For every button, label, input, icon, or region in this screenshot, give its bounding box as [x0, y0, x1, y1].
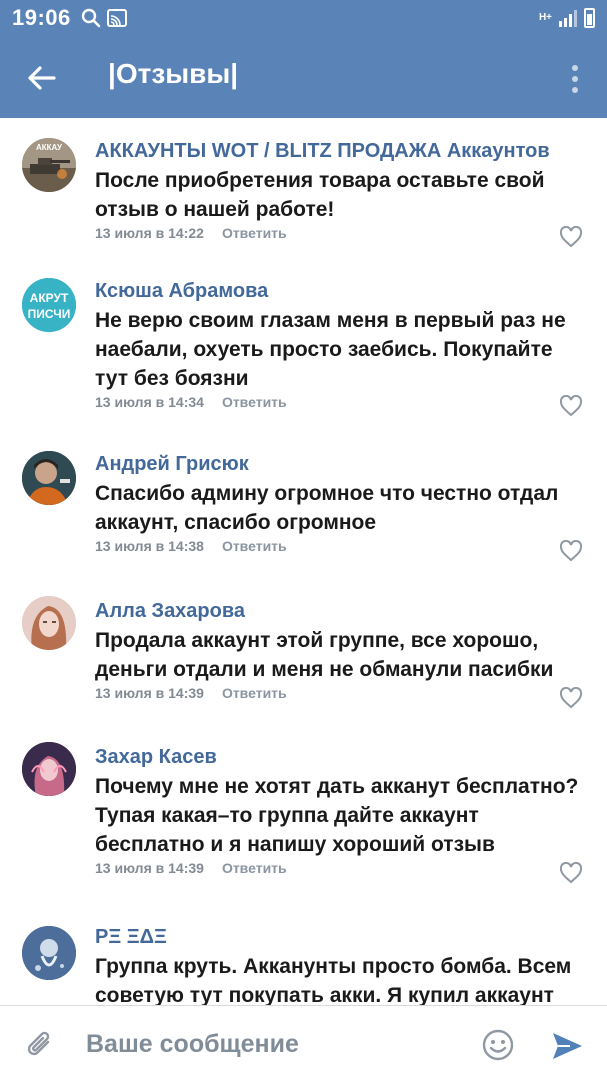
comment-author[interactable]: РΞ ΞΔΞ: [95, 926, 167, 949]
avatar-label: ПИСЧИ: [28, 307, 71, 321]
comment-author[interactable]: Андрей Грисюк: [95, 453, 249, 476]
comment-meta: 13 июля в 14:34 Ответить: [95, 394, 287, 410]
avatar[interactable]: АКРУТ ПИСЧИ: [22, 278, 76, 332]
comment-author[interactable]: Захар Касев: [95, 746, 217, 769]
smile-icon[interactable]: [481, 1028, 515, 1062]
signal-icon: [559, 10, 577, 27]
comment-meta: 13 июля в 14:39 Ответить: [95, 685, 287, 701]
avatar[interactable]: [22, 596, 76, 650]
photo-avatar-image: [22, 596, 76, 650]
status-time: 19:06: [12, 5, 71, 30]
comment-text: Не верю своим глазам меня в первый раз н…: [95, 309, 566, 390]
heart-icon[interactable]: [559, 687, 583, 709]
comment-meta: 13 июля в 14:22 Ответить: [95, 225, 287, 241]
avatar[interactable]: [22, 742, 76, 796]
search-icon: [81, 8, 101, 28]
cast-icon: [106, 9, 127, 27]
comment-date: 13 июля в 14:34: [95, 394, 204, 410]
app-header: |Отзывы|: [0, 36, 607, 118]
tank-avatar-image: АККАУ: [22, 138, 76, 192]
avatar[interactable]: АККАУ: [22, 138, 76, 192]
comment-date: 13 июля в 14:22: [95, 225, 204, 241]
reply-button[interactable]: Ответить: [222, 538, 287, 554]
comment-date: 13 июля в 14:38: [95, 538, 204, 554]
comment-text: Группа круть. Акканунты просто бомба. Вс…: [95, 955, 572, 1005]
battery-icon: [584, 8, 595, 28]
message-composer: [0, 1005, 607, 1080]
reply-button[interactable]: Ответить: [222, 685, 287, 701]
photo-avatar-image: [22, 451, 76, 505]
more-vertical-icon[interactable]: [561, 62, 589, 96]
page-title: |Отзывы|: [108, 58, 239, 89]
comment-text: Спасибо админу огромное что честно отдал…: [95, 482, 559, 534]
reply-button[interactable]: Ответить: [222, 225, 287, 241]
avatar[interactable]: [22, 451, 76, 505]
comment-text: Продала аккаунт этой группе, все хорошо,…: [95, 629, 554, 681]
network-type-icon: H+: [538, 12, 552, 23]
comments-list[interactable]: АККАУ АККАУНТЫ WOT / BLITZ ПРОДАЖА Аккау…: [0, 118, 607, 1005]
comment-meta: 13 июля в 14:39 Ответить: [95, 860, 287, 876]
heart-icon[interactable]: [559, 226, 583, 248]
status-bar: 19:06 H+: [0, 0, 607, 36]
reply-button[interactable]: Ответить: [222, 394, 287, 410]
photo-avatar-image: [22, 742, 76, 796]
send-icon[interactable]: [550, 1030, 584, 1062]
heart-icon[interactable]: [559, 395, 583, 417]
comment-text: После приобретения товара оставьте свой …: [95, 169, 545, 221]
comment-author[interactable]: Ксюша Абрамова: [95, 280, 268, 303]
message-input[interactable]: [86, 1030, 466, 1059]
photo-avatar-image: [22, 926, 76, 980]
comment-author[interactable]: АККАУНТЫ WOT / BLITZ ПРОДАЖА Аккаунтов: [95, 140, 550, 163]
arrow-left-icon[interactable]: [24, 60, 60, 96]
heart-icon[interactable]: [559, 862, 583, 884]
avatar[interactable]: [22, 926, 76, 980]
heart-icon[interactable]: [559, 540, 583, 562]
comment-text: Почему мне не хотят дать акканут бесплат…: [95, 775, 579, 856]
comment-meta: 13 июля в 14:38 Ответить: [95, 538, 287, 554]
comment-date: 13 июля в 14:39: [95, 860, 204, 876]
avatar-label: АККАУ: [36, 143, 63, 152]
avatar-label: АКРУТ: [30, 291, 69, 305]
text-avatar-image: АКРУТ ПИСЧИ: [22, 278, 76, 332]
comment-date: 13 июля в 14:39: [95, 685, 204, 701]
comment-author[interactable]: Алла Захарова: [95, 600, 245, 623]
reply-button[interactable]: Ответить: [222, 860, 287, 876]
paperclip-icon[interactable]: [24, 1028, 56, 1062]
